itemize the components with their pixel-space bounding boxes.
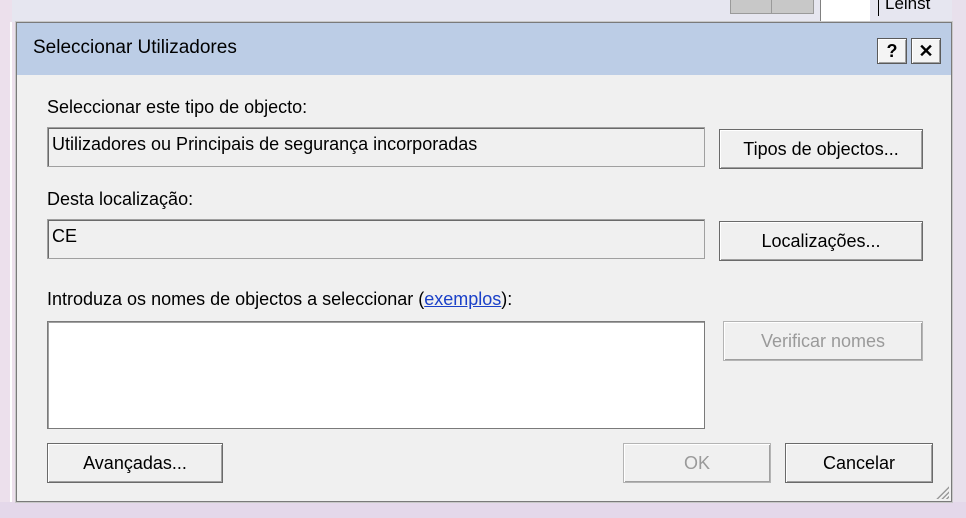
background-window-text: Lelnst (878, 0, 930, 16)
object-type-field: Utilizadores ou Principais de segurança … (47, 127, 705, 167)
object-names-input[interactable] (47, 321, 705, 429)
locations-button[interactable]: Localizações... (719, 221, 923, 261)
names-label: Introduza os nomes de objectos a selecci… (47, 289, 512, 310)
dialog-titlebar[interactable]: Seleccionar Utilizadores ? ✕ (17, 23, 951, 75)
object-types-button[interactable]: Tipos de objectos... (719, 129, 923, 169)
names-label-suffix: ): (501, 289, 513, 309)
advanced-button[interactable]: Avançadas... (47, 443, 223, 483)
examples-link[interactable]: exemplos (424, 289, 501, 309)
check-names-button[interactable]: Verificar nomes (723, 321, 923, 361)
cancel-button[interactable]: Cancelar (785, 443, 933, 483)
select-users-dialog: Seleccionar Utilizadores ? ✕ Seleccionar… (16, 22, 952, 502)
background-bottom-edge (0, 502, 966, 518)
resize-grip[interactable] (933, 483, 949, 499)
background-right-edge (952, 0, 966, 518)
location-field: CE (47, 219, 705, 259)
location-label: Desta localização: (47, 189, 194, 209)
ok-button[interactable]: OK (623, 443, 771, 483)
background-left-border (10, 22, 12, 502)
background-toolbar-buttons (730, 0, 814, 14)
background-field (820, 0, 870, 22)
dialog-title: Seleccionar Utilizadores (33, 37, 237, 58)
help-button[interactable]: ? (877, 38, 907, 64)
close-button[interactable]: ✕ (911, 38, 941, 64)
names-label-prefix: Introduza os nomes de objectos a selecci… (47, 289, 425, 309)
object-type-label: Seleccionar este tipo de objecto: (47, 97, 308, 117)
